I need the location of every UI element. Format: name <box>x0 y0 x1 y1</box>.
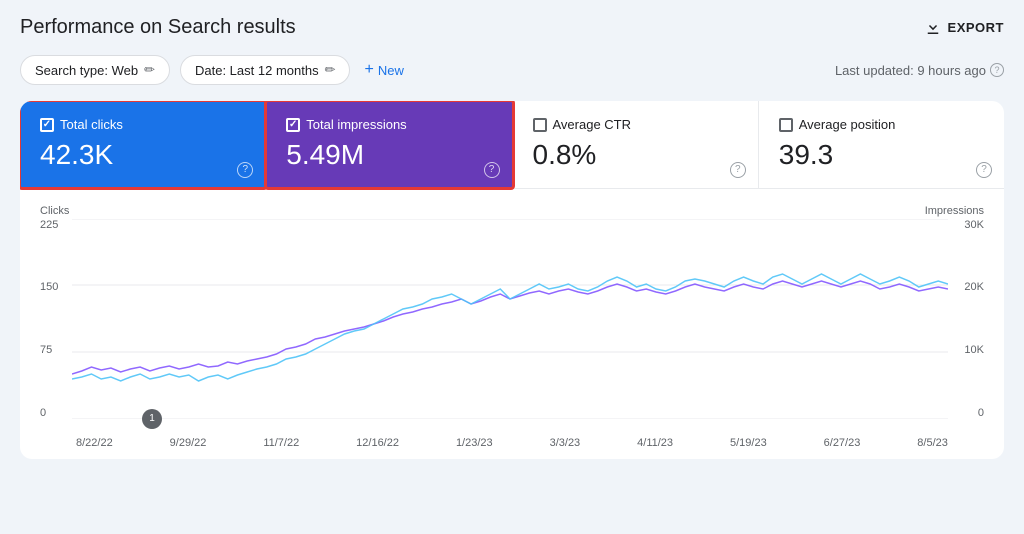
metrics-row: Total clicks 42.3K ? Total impressions 5… <box>20 101 1004 189</box>
y-left-0: 0 <box>40 407 68 419</box>
x-label-6: 4/11/23 <box>637 437 673 449</box>
add-label: New <box>378 63 404 78</box>
x-label-0: 8/22/22 <box>76 437 113 449</box>
x-label-3: 12/16/22 <box>356 437 399 449</box>
x-label-2: 11/7/22 <box>263 437 299 449</box>
add-filter-button[interactable]: + New <box>360 55 407 85</box>
average-ctr-label: Average CTR <box>553 117 632 132</box>
average-ctr-info[interactable]: ? <box>730 162 746 178</box>
total-clicks-label: Total clicks <box>60 117 123 132</box>
search-type-label: Search type: Web <box>35 63 138 78</box>
average-position-value: 39.3 <box>779 138 984 172</box>
total-clicks-checkbox[interactable] <box>40 118 54 132</box>
total-clicks-value: 42.3K <box>40 138 245 172</box>
export-button[interactable]: EXPORT <box>924 19 1004 37</box>
left-axis-title: Clicks <box>40 205 69 217</box>
pencil-icon-date: ✏ <box>325 62 336 78</box>
average-position-checkbox[interactable] <box>779 118 793 132</box>
metric-average-position[interactable]: Average position 39.3 ? <box>759 101 1004 188</box>
total-impressions-label: Total impressions <box>306 117 406 132</box>
average-ctr-value: 0.8% <box>533 138 738 172</box>
axis-titles: Clicks Impressions <box>40 205 984 219</box>
impressions-line <box>72 281 948 374</box>
y-right-10k: 10K <box>952 344 984 356</box>
y-left-225: 225 <box>40 219 68 231</box>
toolbar: Search type: Web ✏ Date: Last 12 months … <box>20 55 1004 85</box>
search-type-filter[interactable]: Search type: Web ✏ <box>20 55 170 85</box>
x-label-4: 1/23/23 <box>456 437 493 449</box>
average-position-label: Average position <box>799 117 896 132</box>
date-filter[interactable]: Date: Last 12 months ✏ <box>180 55 350 85</box>
date-label: Date: Last 12 months <box>195 63 319 78</box>
plus-icon: + <box>364 61 373 79</box>
total-impressions-info[interactable]: ? <box>484 162 500 178</box>
x-label-9: 8/5/23 <box>917 437 948 449</box>
pencil-icon: ✏ <box>144 62 155 78</box>
export-label: EXPORT <box>948 20 1004 35</box>
total-impressions-checkbox[interactable] <box>286 118 300 132</box>
right-axis-title: Impressions <box>925 205 984 217</box>
y-right-20k: 20K <box>952 281 984 293</box>
page-header: Performance on Search results EXPORT <box>20 16 1004 39</box>
annotation-dot[interactable]: 1 <box>142 409 162 429</box>
y-right-30k: 30K <box>952 219 984 231</box>
average-ctr-checkbox[interactable] <box>533 118 547 132</box>
y-left-75: 75 <box>40 344 68 356</box>
metric-average-ctr[interactable]: Average CTR 0.8% ? <box>513 101 759 188</box>
total-clicks-info[interactable]: ? <box>237 162 253 178</box>
download-icon <box>924 19 942 37</box>
metric-total-impressions[interactable]: Total impressions 5.49M ? <box>266 101 512 188</box>
total-impressions-value: 5.49M <box>286 138 491 172</box>
main-card: Total clicks 42.3K ? Total impressions 5… <box>20 101 1004 459</box>
x-label-7: 5/19/23 <box>730 437 767 449</box>
chart-wrapper: 225 150 75 0 <box>40 219 984 449</box>
x-label-8: 6/27/23 <box>824 437 861 449</box>
last-updated: Last updated: 9 hours ago ? <box>835 63 1004 78</box>
info-icon: ? <box>990 63 1004 77</box>
average-position-info[interactable]: ? <box>976 162 992 178</box>
metric-total-clicks[interactable]: Total clicks 42.3K ? <box>20 101 266 188</box>
chart-area: Clicks Impressions 225 150 75 0 <box>20 189 1004 459</box>
y-left-150: 150 <box>40 281 68 293</box>
chart-svg <box>72 219 948 419</box>
x-label-5: 3/3/23 <box>550 437 581 449</box>
page-title: Performance on Search results <box>20 16 296 39</box>
x-label-1: 9/29/22 <box>170 437 207 449</box>
y-right-0: 0 <box>952 407 984 419</box>
